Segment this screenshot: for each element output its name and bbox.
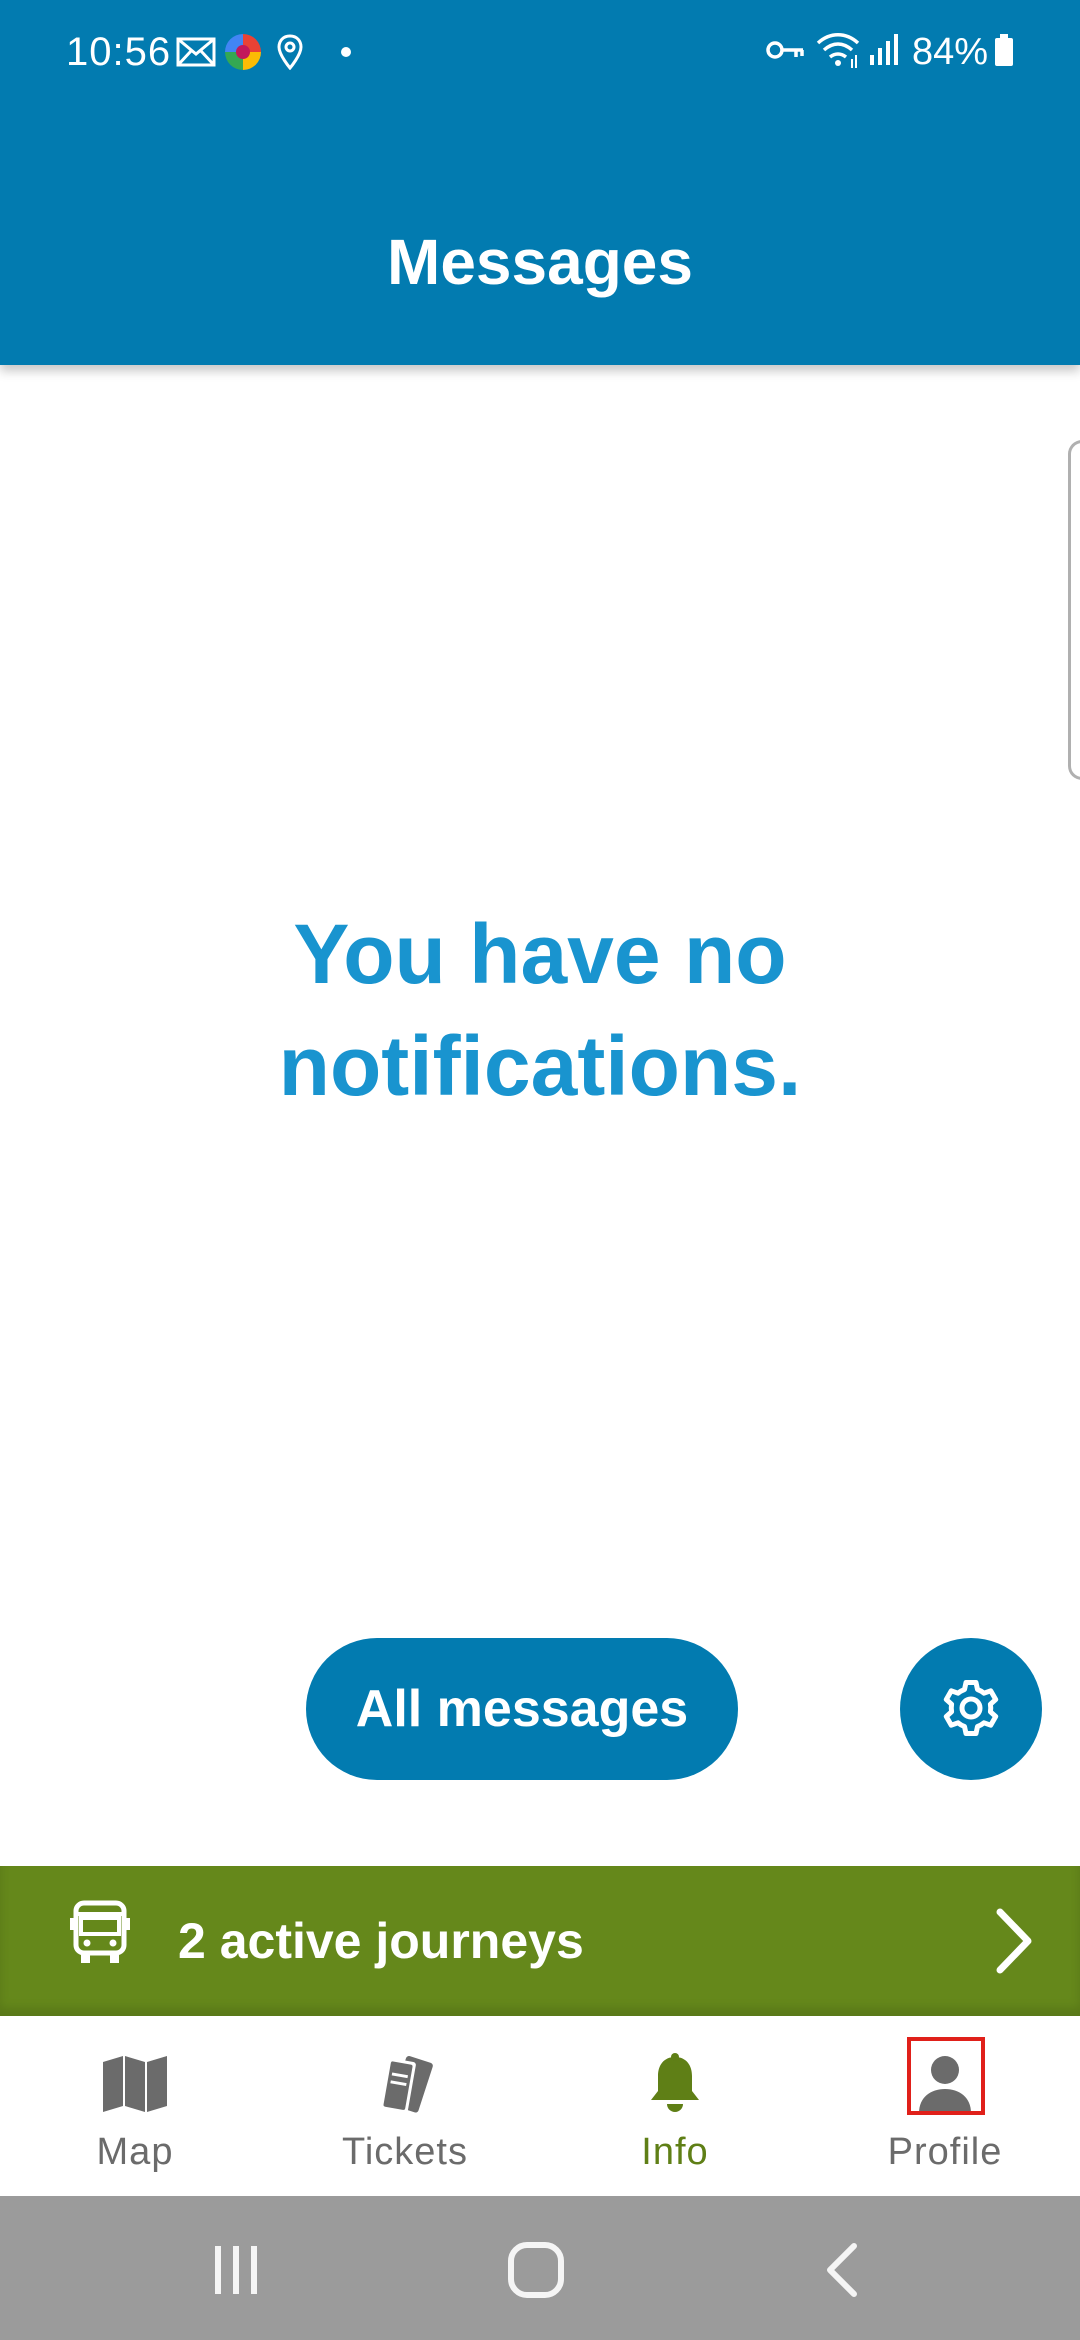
gear-icon	[939, 1676, 1003, 1743]
wifi-icon	[816, 31, 860, 74]
edge-panel-handle[interactable]	[1068, 440, 1080, 780]
location-icon	[276, 33, 304, 75]
empty-state-line-1: You have no	[293, 907, 787, 1001]
empty-state-line-2: notifications.	[278, 1019, 802, 1113]
signal-icon	[868, 33, 898, 72]
chevron-right-icon	[994, 1906, 1034, 1981]
back-icon[interactable]	[812, 2240, 872, 2300]
dot-icon	[340, 45, 352, 63]
settings-button[interactable]	[900, 1638, 1042, 1780]
mail-icon	[176, 37, 216, 72]
nav-label-tickets: Tickets	[342, 2131, 468, 2173]
recent-apps-icon[interactable]	[206, 2240, 266, 2300]
nav-label-info: Info	[641, 2131, 709, 2173]
empty-state-message: You have no notifications.	[0, 898, 1080, 1122]
status-system-icons: 84%	[766, 28, 1014, 76]
nav-label-profile: Profile	[887, 2131, 1003, 2173]
bus-icon	[70, 1900, 130, 1971]
nav-label-map: Map	[96, 2131, 174, 2173]
nav-item-info[interactable]: Info	[540, 2016, 810, 2196]
bell-icon	[635, 2044, 715, 2124]
photos-app-icon	[224, 33, 262, 76]
system-navigation-bar	[0, 2196, 1080, 2340]
page-title: Messages	[387, 226, 693, 298]
app-header: 10:56 84% Messages	[0, 0, 1080, 365]
battery-percent: 84%	[911, 31, 988, 73]
tickets-icon	[365, 2044, 445, 2124]
home-icon[interactable]	[506, 2240, 566, 2300]
nav-item-tickets[interactable]: Tickets	[270, 2016, 540, 2196]
active-journeys-banner[interactable]: 2 active journeys	[0, 1866, 1080, 2016]
active-journeys-label: 2 active journeys	[178, 1913, 584, 1969]
status-time: 10:56	[66, 30, 172, 74]
nav-item-map[interactable]: Map	[0, 2016, 270, 2196]
profile-highlight-box	[907, 2037, 985, 2115]
status-notification-icons	[176, 33, 352, 76]
all-messages-button[interactable]: All messages	[306, 1638, 738, 1780]
battery-icon	[994, 33, 1014, 72]
map-icon	[95, 2044, 175, 2124]
status-bar: 10:56 84%	[0, 0, 1080, 104]
vpn-key-icon	[766, 38, 806, 67]
